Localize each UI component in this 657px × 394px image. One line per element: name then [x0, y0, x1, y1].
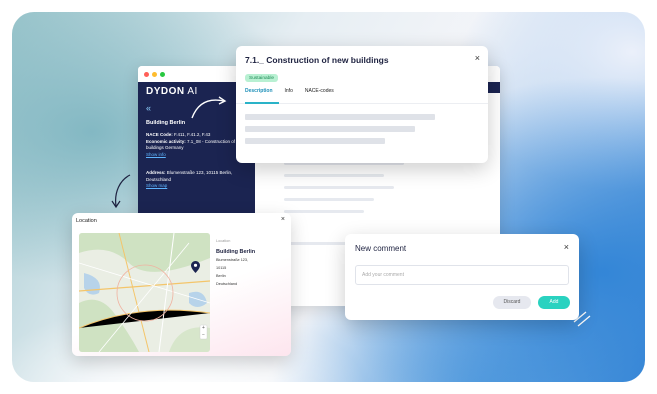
tab-bar: Description Info NACE-codes	[245, 88, 334, 94]
curved-arrow-icon	[191, 99, 225, 119]
tab-description[interactable]: Description	[245, 88, 273, 94]
text-skeleton	[245, 138, 385, 144]
status-badge: Sustainable	[245, 74, 279, 82]
comment-input[interactable]: Add your comment	[355, 265, 569, 285]
modal-title: 7.1._ Construction of new buildings	[245, 55, 389, 65]
tab-info[interactable]: Info	[285, 88, 293, 94]
zoom-controls[interactable]: + −	[200, 325, 207, 339]
zoom-out-button[interactable]: −	[200, 332, 207, 339]
stage: DYDON AI « Building Berlin NACE Code: F.…	[0, 0, 657, 394]
text-skeleton	[245, 126, 415, 132]
address-line: Deutschland	[216, 282, 238, 286]
activity-modal: 7.1._ Construction of new buildings × Su…	[236, 46, 488, 163]
address-line: Berlin	[216, 274, 226, 278]
text-skeleton	[245, 114, 435, 120]
add-button[interactable]: Add	[538, 296, 570, 309]
curved-arrow-icon	[115, 174, 131, 207]
close-icon[interactable]: ×	[475, 53, 480, 63]
location-name: Building Berlin	[216, 249, 256, 255]
address-line: 10115	[216, 266, 227, 270]
tab-nace-codes[interactable]: NACE-codes	[305, 88, 334, 94]
modal-title: Location	[76, 218, 97, 224]
active-tab-underline	[245, 102, 279, 104]
address-line: Blumenstraße 123,	[216, 258, 249, 262]
modal-title: New comment	[355, 244, 407, 253]
map-pin-icon[interactable]	[191, 261, 200, 273]
close-icon[interactable]: ×	[564, 242, 569, 252]
location-label: Location	[216, 239, 231, 243]
close-icon[interactable]: ×	[281, 216, 285, 223]
location-modal: Location × + − Location Building Berlin …	[72, 213, 291, 356]
map-graphic	[79, 233, 210, 352]
zoom-in-button[interactable]: +	[200, 325, 207, 332]
map-view[interactable]: + −	[79, 233, 210, 352]
comment-modal: New comment × Add your comment Discard A…	[345, 234, 579, 320]
discard-button[interactable]: Discard	[493, 296, 531, 309]
